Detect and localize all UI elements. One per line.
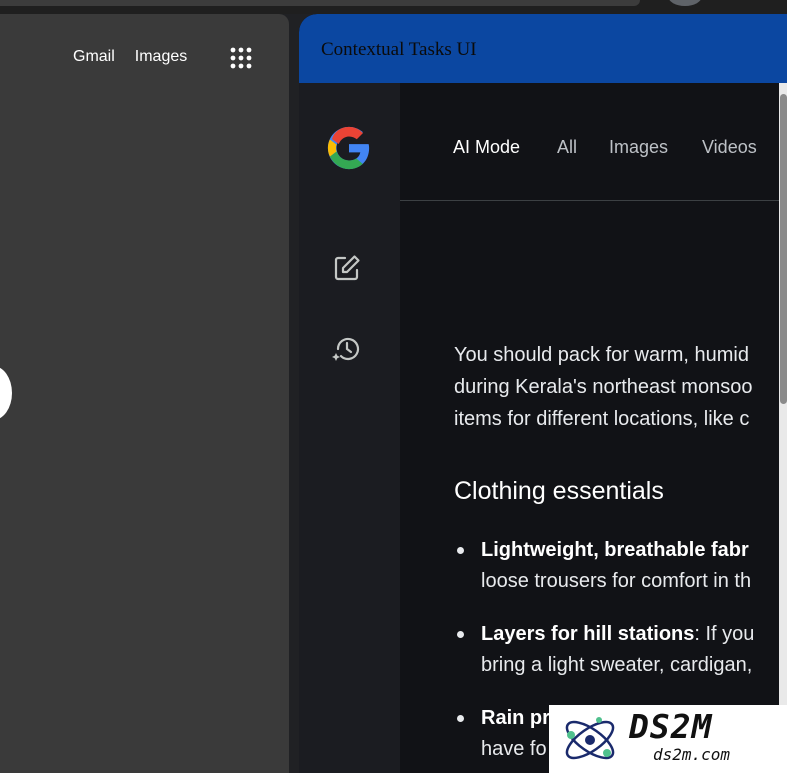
apps-grid-icon[interactable] [229,46,253,70]
history-icon[interactable] [331,333,363,365]
answer-line: during Kerala's northeast monsoo [454,376,753,398]
contextual-tasks-panel: Contextual Tasks UI AI Mode All Images V… [299,14,787,773]
profile-avatar[interactable] [668,0,702,6]
list-item-text: bring a light sweater, cardigan, [481,654,753,676]
atom-logo-icon [565,717,615,760]
list-item-text: loose trousers for comfort in th [481,570,752,592]
answer-line: items for different locations, like c [454,408,750,430]
list-item: Layers for hill stations: If you bring a… [454,619,779,681]
google-homepage-pane: Gmail Images [0,14,289,773]
panel-title: Contextual Tasks UI [321,39,477,60]
pane-divider[interactable] [289,14,299,773]
panel-header: Contextual Tasks UI [299,14,787,83]
section-heading: Clothing essentials [454,477,664,505]
answer-intro-paragraph: You should pack for warm, humid during K… [454,339,779,435]
ai-answer-content: You should pack for warm, humid during K… [454,201,779,773]
answer-line: You should pack for warm, humid [454,344,749,366]
list-item-bold: Rain pr [481,707,550,729]
partial-button-edge[interactable] [0,366,12,420]
tab-videos[interactable]: Videos [702,137,757,158]
list-item: Lightweight, breathable fabr loose trous… [454,535,779,597]
watermark: DS2M ds2m.com [549,705,787,773]
images-link[interactable]: Images [135,48,187,66]
watermark-title: DS2M [629,707,713,746]
scrollbar-thumb[interactable] [780,94,787,404]
tab-ai-mode[interactable]: AI Mode [453,137,520,158]
watermark-url: ds2m.com [653,745,731,764]
search-mode-tabs: AI Mode All Images Videos [400,83,780,201]
side-rail [299,83,400,773]
list-item-bold: Layers for hill stations [481,623,695,645]
list-item-bold: Lightweight, breathable fabr [481,539,749,561]
browser-tab-edge [0,0,640,6]
google-g-icon[interactable] [326,125,372,171]
edit-icon[interactable] [332,253,362,283]
top-right-links: Gmail Images [73,48,187,66]
tab-images[interactable]: Images [609,137,668,158]
browser-top-strip [0,0,787,14]
gmail-link[interactable]: Gmail [73,48,115,66]
tab-all[interactable]: All [557,137,577,158]
